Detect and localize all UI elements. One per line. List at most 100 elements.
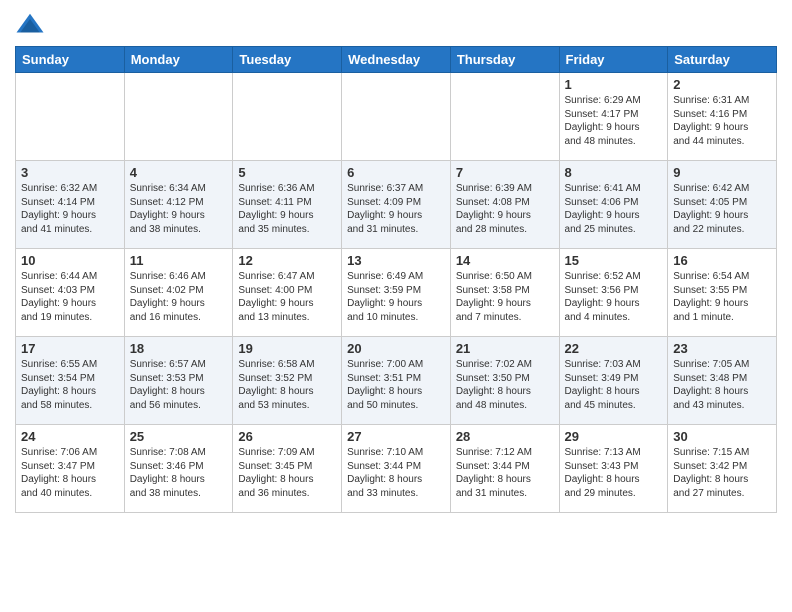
day-cell-22: 22 Sunrise: 7:03 AM Sunset: 3:49 PM Dayli… — [559, 337, 668, 425]
day-cell-11: 11 Sunrise: 6:46 AM Sunset: 4:02 PM Dayli… — [124, 249, 233, 337]
day-info: Sunrise: 6:29 AM Sunset: 4:17 PM Dayligh… — [565, 94, 663, 148]
calendar-table: SundayMondayTuesdayWednesdayThursdayFrid… — [15, 46, 777, 513]
day-number: 2 — [673, 77, 771, 92]
day-info: Sunrise: 6:32 AM Sunset: 4:14 PM Dayligh… — [21, 182, 119, 236]
day-cell-3: 3 Sunrise: 6:32 AM Sunset: 4:14 PM Daylig… — [16, 161, 125, 249]
day-info: Sunrise: 6:52 AM Sunset: 3:56 PM Dayligh… — [565, 270, 663, 324]
page-header — [15, 10, 777, 40]
day-cell-21: 21Sunrise: 7:02 AM Sunset: 3:50 PM Dayli… — [450, 337, 559, 425]
day-info: Sunrise: 6:31 AM Sunset: 4:16 PM Dayligh… — [673, 94, 771, 148]
day-info: Sunrise: 6:50 AM Sunset: 3:58 PM Dayligh… — [456, 270, 554, 324]
day-number: 21 — [456, 341, 554, 356]
day-cell-13: 13 Sunrise: 6:49 AM Sunset: 3:59 PM Dayli… — [342, 249, 451, 337]
week-row-1: 1 Sunrise: 6:29 AM Sunset: 4:17 PM Daylig… — [16, 73, 777, 161]
day-info: Sunrise: 7:05 AM Sunset: 3:48 PM Dayligh… — [673, 358, 771, 412]
day-info: Sunrise: 7:13 AM Sunset: 3:43 PM Dayligh… — [565, 446, 663, 500]
day-number: 9 — [673, 165, 771, 180]
weekday-header-thursday: Thursday — [450, 47, 559, 73]
day-number: 15 — [565, 253, 663, 268]
empty-cell — [16, 73, 125, 161]
day-number: 25 — [130, 429, 228, 444]
day-info: Sunrise: 6:39 AM Sunset: 4:08 PM Dayligh… — [456, 182, 554, 236]
empty-cell — [342, 73, 451, 161]
day-info: Sunrise: 6:47 AM Sunset: 4:00 PM Dayligh… — [238, 270, 336, 324]
week-row-3: 10 Sunrise: 6:44 AM Sunset: 4:03 PM Dayli… — [16, 249, 777, 337]
week-row-5: 24 Sunrise: 7:06 AM Sunset: 3:47 PM Dayli… — [16, 425, 777, 513]
day-number: 18 — [130, 341, 228, 356]
day-number: 30 — [673, 429, 771, 444]
day-cell-20: 20 Sunrise: 7:00 AM Sunset: 3:51 PM Dayli… — [342, 337, 451, 425]
day-cell-15: 15 Sunrise: 6:52 AM Sunset: 3:56 PM Dayli… — [559, 249, 668, 337]
day-info: Sunrise: 7:15 AM Sunset: 3:42 PM Dayligh… — [673, 446, 771, 500]
day-info: Sunrise: 6:58 AM Sunset: 3:52 PM Dayligh… — [238, 358, 336, 412]
day-info: Sunrise: 6:57 AM Sunset: 3:53 PM Dayligh… — [130, 358, 228, 412]
logo — [15, 10, 49, 40]
day-info: Sunrise: 7:00 AM Sunset: 3:51 PM Dayligh… — [347, 358, 445, 412]
day-cell-19: 19 Sunrise: 6:58 AM Sunset: 3:52 PM Dayli… — [233, 337, 342, 425]
day-number: 29 — [565, 429, 663, 444]
day-info: Sunrise: 6:42 AM Sunset: 4:05 PM Dayligh… — [673, 182, 771, 236]
day-info: Sunrise: 7:08 AM Sunset: 3:46 PM Dayligh… — [130, 446, 228, 500]
day-number: 3 — [21, 165, 119, 180]
day-number: 16 — [673, 253, 771, 268]
weekday-header-monday: Monday — [124, 47, 233, 73]
day-number: 4 — [130, 165, 228, 180]
day-info: Sunrise: 6:34 AM Sunset: 4:12 PM Dayligh… — [130, 182, 228, 236]
day-cell-14: 14Sunrise: 6:50 AM Sunset: 3:58 PM Dayli… — [450, 249, 559, 337]
week-row-2: 3 Sunrise: 6:32 AM Sunset: 4:14 PM Daylig… — [16, 161, 777, 249]
day-info: Sunrise: 7:06 AM Sunset: 3:47 PM Dayligh… — [21, 446, 119, 500]
day-cell-30: 30 Sunrise: 7:15 AM Sunset: 3:42 PM Dayli… — [668, 425, 777, 513]
day-cell-5: 5 Sunrise: 6:36 AM Sunset: 4:11 PM Daylig… — [233, 161, 342, 249]
day-info: Sunrise: 6:46 AM Sunset: 4:02 PM Dayligh… — [130, 270, 228, 324]
day-number: 23 — [673, 341, 771, 356]
day-number: 22 — [565, 341, 663, 356]
day-number: 19 — [238, 341, 336, 356]
day-number: 1 — [565, 77, 663, 92]
day-cell-4: 4 Sunrise: 6:34 AM Sunset: 4:12 PM Daylig… — [124, 161, 233, 249]
day-info: Sunrise: 6:36 AM Sunset: 4:11 PM Dayligh… — [238, 182, 336, 236]
weekday-header-saturday: Saturday — [668, 47, 777, 73]
day-cell-16: 16 Sunrise: 6:54 AM Sunset: 3:55 PM Dayli… — [668, 249, 777, 337]
day-info: Sunrise: 6:55 AM Sunset: 3:54 PM Dayligh… — [21, 358, 119, 412]
empty-cell — [450, 73, 559, 161]
day-number: 27 — [347, 429, 445, 444]
day-cell-8: 8 Sunrise: 6:41 AM Sunset: 4:06 PM Daylig… — [559, 161, 668, 249]
logo-icon — [15, 10, 45, 40]
day-number: 12 — [238, 253, 336, 268]
day-cell-12: 12 Sunrise: 6:47 AM Sunset: 4:00 PM Dayli… — [233, 249, 342, 337]
day-cell-18: 18 Sunrise: 6:57 AM Sunset: 3:53 PM Dayli… — [124, 337, 233, 425]
empty-cell — [124, 73, 233, 161]
day-number: 20 — [347, 341, 445, 356]
day-cell-25: 25 Sunrise: 7:08 AM Sunset: 3:46 PM Dayli… — [124, 425, 233, 513]
day-number: 11 — [130, 253, 228, 268]
day-cell-9: 9 Sunrise: 6:42 AM Sunset: 4:05 PM Daylig… — [668, 161, 777, 249]
day-cell-29: 29 Sunrise: 7:13 AM Sunset: 3:43 PM Dayli… — [559, 425, 668, 513]
empty-cell — [233, 73, 342, 161]
day-cell-2: 2 Sunrise: 6:31 AM Sunset: 4:16 PM Daylig… — [668, 73, 777, 161]
day-info: Sunrise: 6:41 AM Sunset: 4:06 PM Dayligh… — [565, 182, 663, 236]
day-number: 17 — [21, 341, 119, 356]
day-cell-10: 10 Sunrise: 6:44 AM Sunset: 4:03 PM Dayli… — [16, 249, 125, 337]
day-cell-17: 17 Sunrise: 6:55 AM Sunset: 3:54 PM Dayli… — [16, 337, 125, 425]
day-info: Sunrise: 6:44 AM Sunset: 4:03 PM Dayligh… — [21, 270, 119, 324]
day-info: Sunrise: 7:09 AM Sunset: 3:45 PM Dayligh… — [238, 446, 336, 500]
day-cell-1: 1 Sunrise: 6:29 AM Sunset: 4:17 PM Daylig… — [559, 73, 668, 161]
day-number: 10 — [21, 253, 119, 268]
weekday-header-sunday: Sunday — [16, 47, 125, 73]
day-number: 8 — [565, 165, 663, 180]
day-cell-7: 7Sunrise: 6:39 AM Sunset: 4:08 PM Daylig… — [450, 161, 559, 249]
day-number: 5 — [238, 165, 336, 180]
day-number: 24 — [21, 429, 119, 444]
weekday-header-wednesday: Wednesday — [342, 47, 451, 73]
day-info: Sunrise: 7:03 AM Sunset: 3:49 PM Dayligh… — [565, 358, 663, 412]
day-cell-28: 28Sunrise: 7:12 AM Sunset: 3:44 PM Dayli… — [450, 425, 559, 513]
day-cell-23: 23 Sunrise: 7:05 AM Sunset: 3:48 PM Dayli… — [668, 337, 777, 425]
day-info: Sunrise: 7:12 AM Sunset: 3:44 PM Dayligh… — [456, 446, 554, 500]
weekday-header-friday: Friday — [559, 47, 668, 73]
day-info: Sunrise: 6:49 AM Sunset: 3:59 PM Dayligh… — [347, 270, 445, 324]
day-info: Sunrise: 6:54 AM Sunset: 3:55 PM Dayligh… — [673, 270, 771, 324]
day-cell-26: 26Sunrise: 7:09 AM Sunset: 3:45 PM Dayli… — [233, 425, 342, 513]
day-info: Sunrise: 6:37 AM Sunset: 4:09 PM Dayligh… — [347, 182, 445, 236]
day-cell-27: 27Sunrise: 7:10 AM Sunset: 3:44 PM Dayli… — [342, 425, 451, 513]
day-number: 13 — [347, 253, 445, 268]
